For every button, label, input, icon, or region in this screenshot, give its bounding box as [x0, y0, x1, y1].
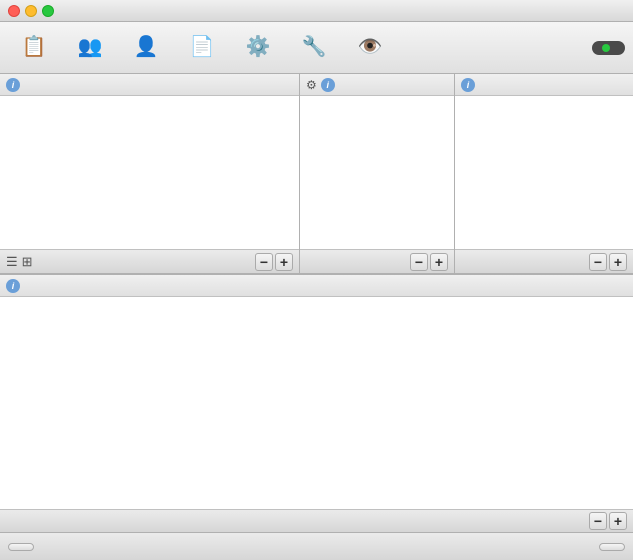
apps-view-controls: ☰ ⊞ — [6, 254, 33, 270]
rules-list — [0, 297, 633, 509]
rules-icon: 📋 — [22, 34, 47, 59]
apps-remove-button[interactable]: − — [255, 253, 273, 271]
list-view-button[interactable]: ☰ — [6, 254, 18, 270]
toolbar-buttons: 📋 👥 👤 📄 ⚙️ 🔧 👁️ — [8, 26, 396, 70]
folders-info-icon[interactable]: i — [321, 78, 335, 92]
groups-list — [455, 96, 633, 249]
apps-info-icon[interactable]: i — [6, 78, 20, 92]
folders-add-button[interactable]: + — [430, 253, 448, 271]
apps-add-button[interactable]: + — [275, 253, 293, 271]
rules-remove-button[interactable]: − — [589, 512, 607, 530]
firewall-rules-section: i − + — [0, 274, 633, 532]
assistant-button[interactable]: 👁️ — [344, 26, 396, 70]
preferences-button[interactable]: 🔧 — [288, 26, 340, 70]
toolbar: 📋 👥 👤 📄 ⚙️ 🔧 👁️ — [0, 22, 633, 74]
groups-add-button[interactable]: + — [609, 253, 627, 271]
folders-panel-controls: − + — [300, 249, 454, 273]
firewall-status-badge — [592, 41, 625, 55]
groups-button[interactable]: 👥 — [64, 26, 116, 70]
show-simulator-button[interactable] — [8, 543, 34, 551]
status-dot — [602, 44, 610, 52]
rules-controls: − + — [0, 509, 633, 532]
groups-info-icon[interactable]: i — [461, 78, 475, 92]
title-bar — [0, 0, 633, 22]
logs-button[interactable]: 📄 — [176, 26, 228, 70]
traffic-lights — [8, 5, 54, 17]
groups-panel: i − + — [455, 74, 633, 273]
rules-add-button[interactable]: + — [609, 512, 627, 530]
folders-panel-header: ⚙ i — [300, 74, 454, 96]
folders-gear-icon[interactable]: ⚙ — [306, 78, 317, 92]
presets-button[interactable]: ⚙️ — [232, 26, 284, 70]
groups-panel-header: i — [455, 74, 633, 96]
folders-add-remove: − + — [410, 253, 448, 271]
toolbar-right — [592, 41, 625, 55]
groups-remove-button[interactable]: − — [589, 253, 607, 271]
presets-icon: ⚙️ — [246, 34, 271, 59]
folders-list — [300, 96, 454, 249]
groups-add-remove: − + — [589, 253, 627, 271]
rules-button[interactable]: 📋 — [8, 26, 60, 70]
apps-panel-header: i — [0, 74, 299, 96]
main-content: i ☰ ⊞ − + ⚙ i — [0, 74, 633, 532]
grid-view-button[interactable]: ⊞ — [22, 254, 33, 270]
users-icon: 👤 — [134, 34, 159, 59]
apps-panel-controls: ☰ ⊞ − + — [0, 249, 299, 273]
logs-icon: 📄 — [190, 34, 215, 59]
apps-grid — [0, 96, 299, 249]
runtime-rules-button[interactable] — [599, 543, 625, 551]
close-button[interactable] — [8, 5, 20, 17]
apps-add-remove: − + — [255, 253, 293, 271]
rules-header: i — [0, 275, 633, 297]
assistant-icon: 👁️ — [358, 34, 383, 59]
top-panels: i ☰ ⊞ − + ⚙ i — [0, 74, 633, 274]
groups-panel-controls: − + — [455, 249, 633, 273]
folders-remove-button[interactable]: − — [410, 253, 428, 271]
groups-icon: 👥 — [78, 34, 103, 59]
maximize-button[interactable] — [42, 5, 54, 17]
rules-info-icon[interactable]: i — [6, 279, 20, 293]
folders-panel: ⚙ i − + — [300, 74, 455, 273]
users-button[interactable]: 👤 — [120, 26, 172, 70]
preferences-icon: 🔧 — [302, 34, 327, 59]
minimize-button[interactable] — [25, 5, 37, 17]
apps-panel: i ☰ ⊞ − + — [0, 74, 300, 273]
bottom-bar — [0, 532, 633, 560]
